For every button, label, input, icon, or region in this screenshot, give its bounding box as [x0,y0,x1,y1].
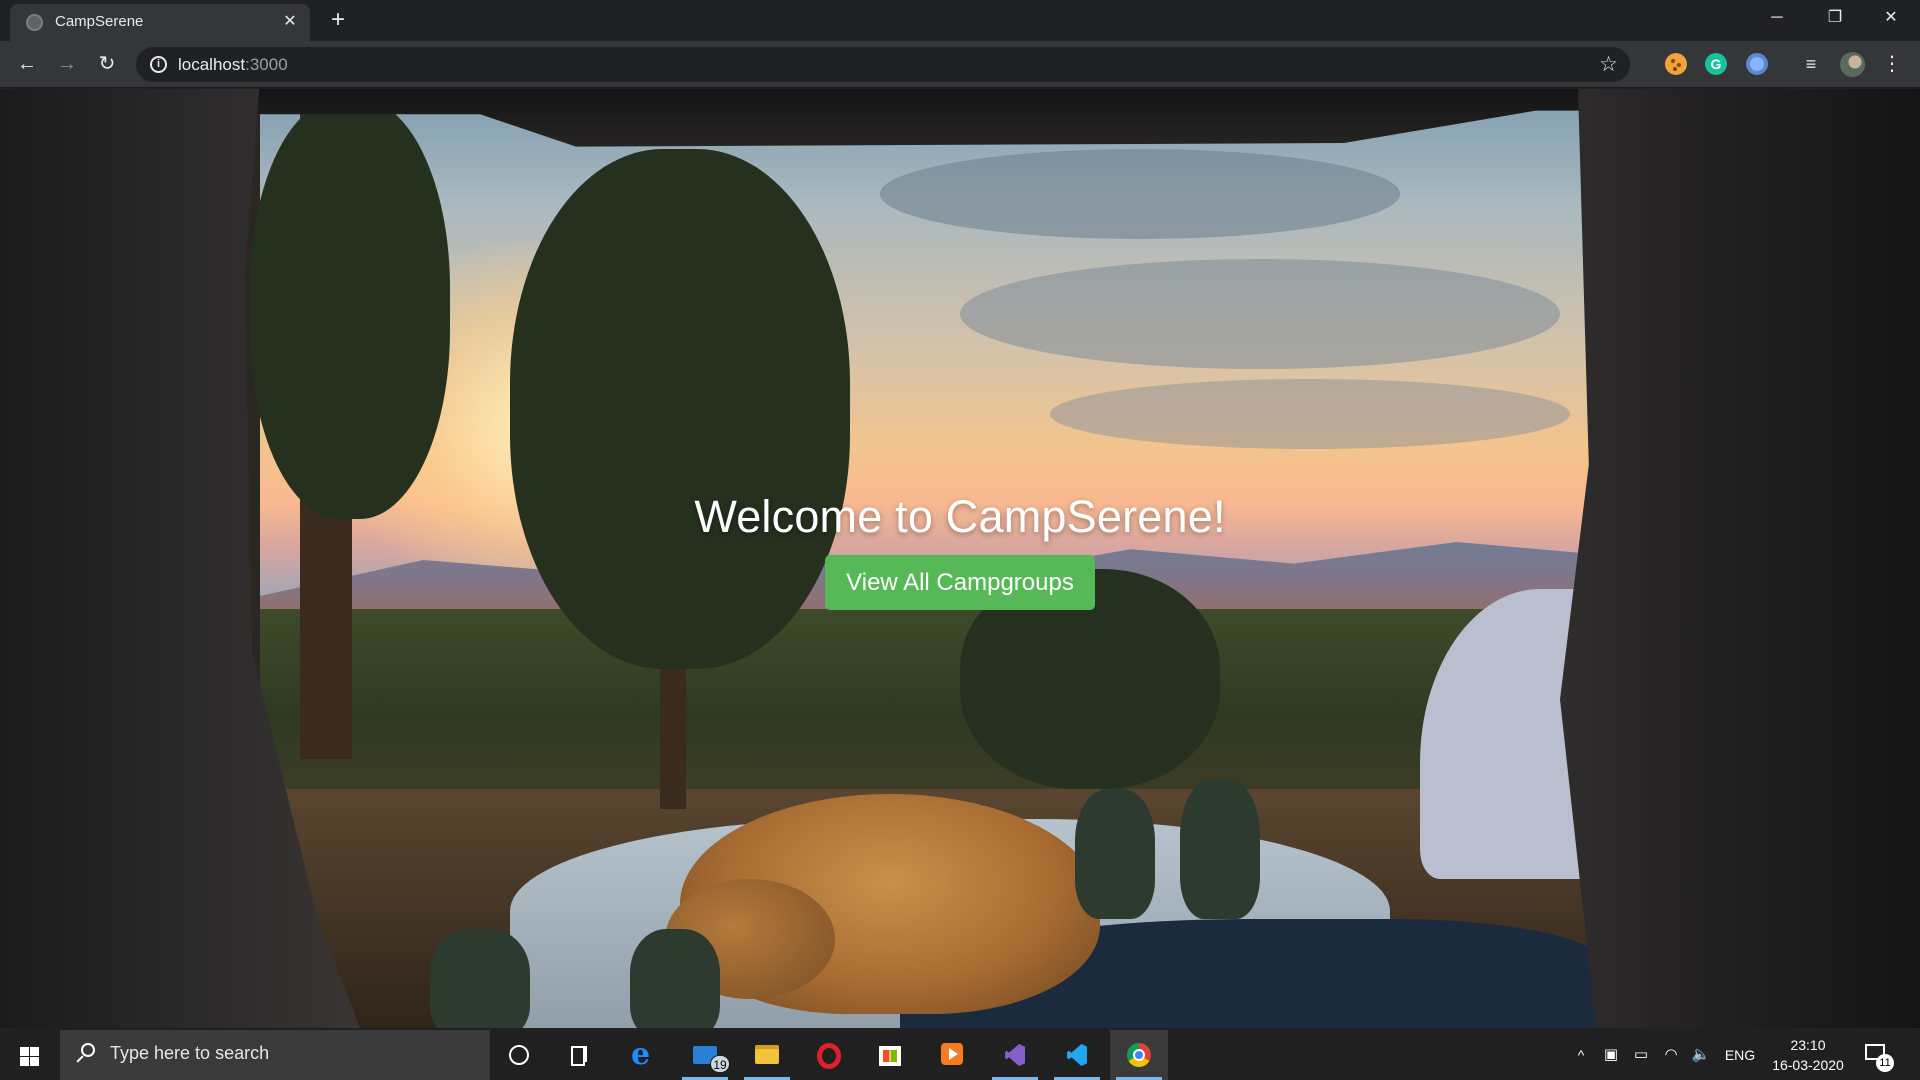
battery-icon[interactable]: ▭ [1628,1030,1654,1080]
tab-title: CampSerene [55,13,144,30]
bookmark-star-icon[interactable]: ☆ [1599,52,1618,77]
window-restore-button[interactable]: ❐ [1806,0,1864,36]
extension-icon[interactable] [1746,53,1768,75]
language-indicator[interactable]: ENG [1720,1030,1760,1080]
url-port: :3000 [245,55,288,74]
forward-button[interactable]: → [53,50,81,78]
folder-icon [755,1045,779,1064]
windows-logo-icon [30,1057,39,1066]
background-cloud [880,149,1400,239]
browser-menu-icon[interactable]: ⋮ [1882,50,1902,78]
wifi-icon[interactable]: ◠ [1658,1030,1684,1080]
hero-section: Welcome to CampSerene! View All Campgrou… [0,491,1920,610]
cookie-extension-icon[interactable] [1665,53,1687,75]
mail-badge: 19 [710,1055,730,1073]
browser-tab[interactable]: CampSerene ✕ [10,4,310,41]
edge-icon: e [631,1037,651,1072]
windows-taskbar: Type here to search e 19 ^ ▣ ▭ ◠ 🔈 ENG 2… [0,1030,1920,1080]
cortana-circle-icon [509,1045,529,1065]
view-all-campgroups-button[interactable]: View All Campgroups [825,555,1095,610]
taskbar-media-player[interactable] [924,1030,982,1080]
volume-icon[interactable]: 🔈 [1688,1030,1714,1080]
tree-canopy [250,99,450,519]
taskbar-chrome[interactable] [1110,1030,1168,1080]
window-close-button[interactable]: ✕ [1862,0,1920,36]
background-cloud [1050,379,1570,449]
clock-date: 16-03-2020 [1772,1057,1844,1073]
url-text[interactable]: localhost:3000 [178,55,288,75]
hero-title: Welcome to CampSerene! [694,491,1226,542]
task-view-button[interactable] [552,1030,610,1080]
window-minimize-button[interactable]: ─ [1748,0,1806,36]
windows-logo-icon [20,1047,29,1056]
taskbar-mail[interactable]: 19 [676,1030,734,1080]
tab-close-icon[interactable]: ✕ [280,12,300,32]
back-button[interactable]: ← [13,50,41,78]
reload-button[interactable]: ↻ [93,50,121,78]
windows-logo-icon [30,1047,39,1056]
taskbar-edge[interactable]: e [614,1030,672,1080]
start-button[interactable] [0,1030,58,1080]
taskbar-file-explorer[interactable] [738,1030,796,1080]
store-icon [879,1046,901,1066]
defender-icon[interactable]: ▣ [1598,1030,1624,1080]
vscode-icon [1065,1043,1089,1067]
chrome-icon [1127,1043,1151,1067]
windows-logo-icon [20,1057,29,1066]
taskbar-search-box[interactable]: Type here to search [60,1030,490,1080]
background-sock [630,929,720,1028]
search-placeholder: Type here to search [110,1043,270,1063]
new-tab-button[interactable]: + [325,8,351,34]
clock-time: 23:10 [1790,1037,1826,1053]
taskbar-visual-studio[interactable] [986,1030,1044,1080]
taskbar-opera[interactable] [800,1030,858,1080]
profile-avatar[interactable] [1840,52,1865,77]
media-controls-icon[interactable]: ≡ [1798,51,1824,77]
action-center-button[interactable]: 11 [1862,1040,1894,1072]
background-sock [430,929,530,1028]
grammarly-extension-icon[interactable]: G [1705,53,1727,75]
address-bar[interactable]: i localhost:3000 ☆ [136,47,1630,82]
taskbar-clock[interactable]: 23:10 16-03-2020 [1764,1035,1852,1075]
task-view-icon [569,1043,593,1067]
background-cloud [960,259,1560,369]
browser-tab-strip: CampSerene ✕ + ─ ❐ ✕ [0,0,1920,41]
show-hidden-icons-chevron-icon[interactable]: ^ [1568,1030,1594,1080]
url-host: localhost [178,55,246,74]
media-player-icon [941,1043,963,1065]
taskbar-vscode[interactable] [1048,1030,1106,1080]
page-viewport: Welcome to CampSerene! View All Campgrou… [0,89,1920,1028]
tab-favicon-icon [26,14,43,31]
visual-studio-icon [1003,1043,1027,1067]
opera-icon [817,1043,841,1069]
background-sock [1180,779,1260,919]
site-info-icon[interactable]: i [150,56,167,73]
browser-toolbar: ← → ↻ i localhost:3000 ☆ G ≡ ⋮ [0,41,1920,88]
taskbar-store[interactable] [862,1030,920,1080]
notification-count-badge: 11 [1876,1054,1894,1072]
search-icon [75,1042,97,1064]
background-sock [1075,789,1155,919]
cortana-button[interactable] [490,1030,548,1080]
